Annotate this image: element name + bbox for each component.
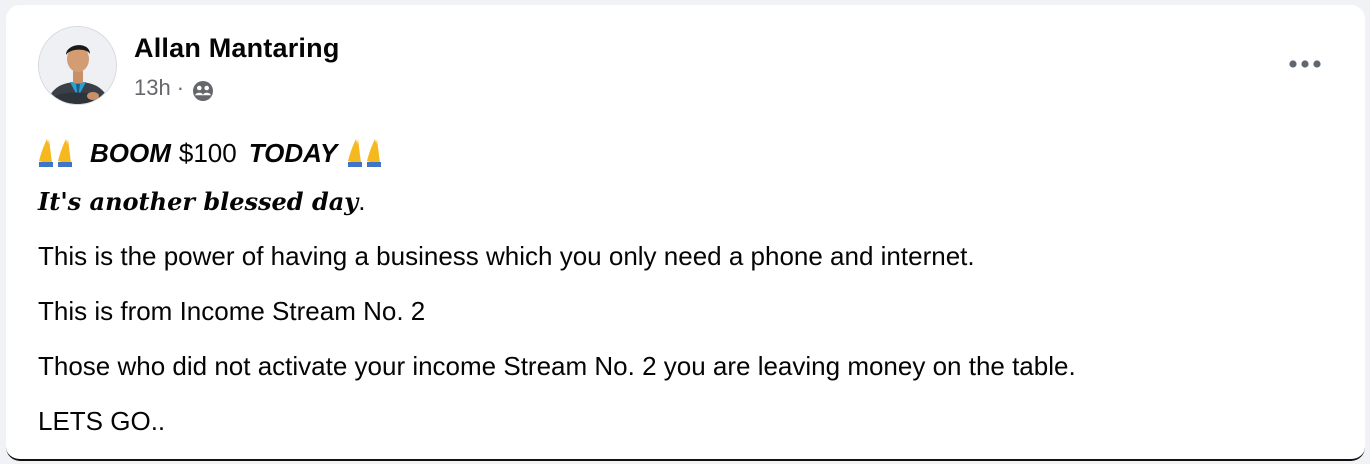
avatar[interactable]	[38, 26, 117, 105]
headline-today: TODAY	[248, 137, 338, 168]
post-timestamp[interactable]: 13h	[134, 75, 171, 101]
post-line: Those who did not activate your income S…	[38, 351, 1076, 381]
praying-hands-icon	[39, 138, 72, 167]
profile-photo	[39, 27, 116, 104]
praying-hands-icon	[348, 138, 382, 167]
more-options-button[interactable]	[1285, 51, 1325, 77]
headline-boom: BOOM	[90, 137, 171, 168]
blessed-line: It's another blessed day.	[38, 180, 1335, 235]
post-card: Allan Mantaring 13h · BOOM $100 TODAY It…	[6, 5, 1365, 461]
friends-icon[interactable]	[191, 79, 215, 103]
praying-hands-emoji-group-2	[347, 137, 385, 169]
post-headline: BOOM $100 TODAY	[38, 125, 1335, 180]
meta-separator: ·	[176, 75, 185, 100]
post-meta: 13h ·	[134, 73, 215, 103]
post-line: LETS GO..	[38, 406, 166, 436]
author-name[interactable]: Allan Mantaring	[134, 33, 340, 64]
blessed-period: .	[358, 186, 366, 216]
post-line: This is the power of having a business w…	[38, 241, 975, 271]
headline-amount: $100	[178, 137, 237, 168]
more-dots-icon	[1289, 60, 1321, 68]
post-body: BOOM $100 TODAY It's another blessed day…	[38, 125, 1335, 455]
praying-hands-emoji-group	[38, 137, 76, 169]
post-line: This is from Income Stream No. 2	[38, 296, 426, 326]
blessed-text: It's another blessed day	[38, 187, 359, 216]
